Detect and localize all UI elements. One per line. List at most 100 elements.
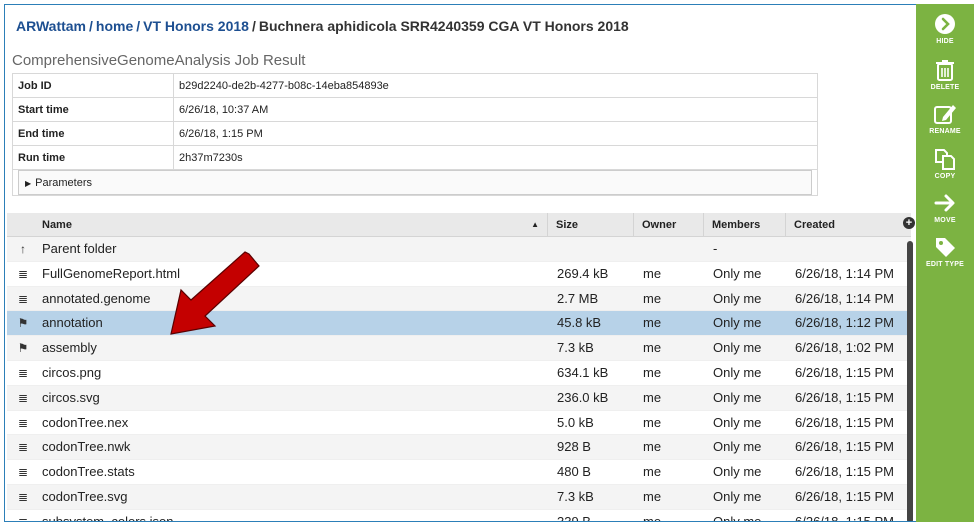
table-row[interactable]: ≣ codonTree.stats 480 B me Only me 6/26/18, 1… bbox=[7, 460, 911, 485]
table-row[interactable]: ≣ circos.svg 236.0 kB me Only me 6/26/18, 1:1… bbox=[7, 385, 911, 411]
document-icon: ≣ bbox=[17, 291, 29, 306]
owner-cell: me bbox=[643, 290, 662, 306]
column-header-members[interactable]: Members bbox=[703, 213, 785, 237]
size-cell: 634.1 kB bbox=[557, 364, 609, 380]
meta-value: 2h37m7230s bbox=[173, 145, 818, 170]
edit-type-button[interactable]: EDIT TYPE bbox=[916, 235, 974, 268]
delete-button[interactable]: DELETE bbox=[916, 58, 974, 91]
created-cell: 6/26/18, 1:15 PM bbox=[795, 513, 895, 522]
document-icon: ≣ bbox=[17, 489, 29, 504]
size-cell: 928 B bbox=[557, 439, 591, 455]
document-icon: ≣ bbox=[17, 465, 29, 480]
created-cell: 6/26/18, 1:02 PM bbox=[795, 340, 895, 356]
edit-type-icon bbox=[936, 238, 955, 257]
move-button[interactable]: MOVE bbox=[916, 191, 974, 224]
column-header-created[interactable]: Created bbox=[785, 213, 911, 237]
size-cell: 236.0 kB bbox=[557, 389, 609, 405]
up-folder-icon: ↑ bbox=[20, 242, 26, 256]
job-meta-table: Job ID b29d2240-de2b-4277-b08c-14eba8548… bbox=[12, 73, 818, 196]
created-cell: 6/26/18, 1:12 PM bbox=[795, 315, 895, 331]
members-cell: Only me bbox=[713, 265, 762, 281]
parameters-label: Parameters bbox=[35, 177, 93, 189]
owner-cell: me bbox=[643, 364, 662, 380]
members-cell: Only me bbox=[713, 414, 762, 430]
owner-cell: me bbox=[643, 389, 662, 405]
breadcrumb-separator: / bbox=[136, 18, 141, 34]
table-row[interactable]: ≣ codonTree.nex 5.0 kB me Only me 6/26/18, 1:… bbox=[7, 411, 911, 436]
breadcrumb-current: Buchnera aphidicola SRR4240359 CGA VT Ho… bbox=[258, 18, 629, 34]
file-name-cell: circos.png bbox=[42, 364, 102, 380]
created-cell: 6/26/18, 1:15 PM bbox=[795, 364, 895, 380]
meta-row-parameters: ▶ Parameters bbox=[12, 169, 818, 196]
delete-label: DELETE bbox=[930, 84, 960, 91]
file-name-cell: codonTree.stats bbox=[42, 464, 135, 480]
file-name-cell: FullGenomeReport.html bbox=[42, 265, 180, 281]
column-header-label: Name bbox=[42, 219, 72, 231]
size-cell: 5.0 kB bbox=[557, 414, 594, 430]
move-icon bbox=[934, 194, 955, 212]
grid-scrollbar[interactable] bbox=[907, 241, 913, 521]
file-name-cell: subsystem_colors.json bbox=[42, 513, 174, 522]
document-icon: ≣ bbox=[17, 415, 29, 430]
move-label: MOVE bbox=[934, 217, 956, 224]
members-cell: Only me bbox=[713, 364, 762, 380]
breadcrumb-separator: / bbox=[89, 18, 93, 34]
owner-cell: me bbox=[643, 439, 662, 455]
members-cell: Only me bbox=[713, 290, 762, 306]
hide-icon bbox=[935, 14, 955, 34]
document-icon: ≣ bbox=[17, 440, 29, 455]
table-row[interactable]: ≣ circos.png 634.1 kB me Only me 6/26/18, 1:1… bbox=[7, 361, 911, 386]
file-name-cell: annotated.genome bbox=[42, 290, 151, 306]
table-row[interactable]: ≣ codonTree.nwk 928 B me Only me 6/26/18, 1:1… bbox=[7, 435, 911, 461]
column-chooser-icon[interactable]: + bbox=[903, 217, 915, 229]
table-row[interactable]: ≣ codonTree.svg 7.3 kB me Only me 6/26/18, 1:… bbox=[7, 484, 911, 510]
rename-button[interactable]: RENAME bbox=[916, 102, 974, 135]
meta-row-start-time: Start time 6/26/18, 10:37 AM bbox=[12, 97, 818, 122]
members-cell: Only me bbox=[713, 464, 762, 480]
copy-label: COPY bbox=[934, 173, 956, 180]
table-row[interactable]: ≣ subsystem_colors.json 339 B me Only me 6/26… bbox=[7, 510, 911, 522]
breadcrumb-link-user[interactable]: ARWattam bbox=[16, 18, 86, 34]
document-icon: ≣ bbox=[17, 390, 29, 405]
table-row[interactable]: ↑ Parent folder - bbox=[7, 237, 911, 262]
hide-button[interactable]: HIDE bbox=[916, 12, 974, 45]
document-icon: ≣ bbox=[17, 365, 29, 380]
parameters-toggle[interactable]: ▶ Parameters bbox=[18, 170, 812, 195]
size-cell: 2.7 MB bbox=[557, 290, 599, 306]
breadcrumb-separator: / bbox=[251, 18, 256, 34]
column-header-name[interactable]: Name ▲ bbox=[34, 213, 547, 237]
workspace-frame: ARWattam / home / VT Honors 2018/Buchnera ap… bbox=[4, 4, 970, 522]
meta-key: Start time bbox=[12, 97, 174, 122]
created-cell: 6/26/18, 1:14 PM bbox=[795, 290, 895, 306]
table-row[interactable]: ⚑ annotation 45.8 kB me Only me 6/26/18, 1:12… bbox=[7, 311, 911, 337]
created-cell: 6/26/18, 1:15 PM bbox=[795, 414, 895, 430]
members-cell: Only me bbox=[713, 439, 762, 455]
file-grid: Name ▲ Size Owner Members Created ↑ Parent… bbox=[7, 213, 911, 522]
hide-label: HIDE bbox=[936, 38, 954, 45]
job-result-title: ComprehensiveGenomeAnalysis Job Result bbox=[12, 52, 306, 69]
meta-row-job-id: Job ID b29d2240-de2b-4277-b08c-14eba8548… bbox=[12, 73, 818, 98]
file-name-cell: Parent folder bbox=[42, 241, 117, 256]
created-cell: 6/26/18, 1:15 PM bbox=[795, 464, 895, 480]
table-row[interactable]: ≣ FullGenomeReport.html 269.4 kB me Only me 6… bbox=[7, 262, 911, 287]
edit-type-label: EDIT TYPE bbox=[926, 261, 964, 268]
created-cell: 6/26/18, 1:14 PM bbox=[795, 265, 895, 281]
document-icon: ≣ bbox=[17, 514, 29, 522]
meta-value: 6/26/18, 10:37 AM bbox=[173, 97, 818, 122]
column-header-owner[interactable]: Owner bbox=[633, 213, 703, 237]
owner-cell: me bbox=[643, 315, 662, 331]
file-name-cell: codonTree.svg bbox=[42, 488, 128, 504]
owner-cell: me bbox=[643, 488, 662, 504]
table-row[interactable]: ⚑ assembly 7.3 kB me Only me 6/26/18, 1:02 PM bbox=[7, 336, 911, 361]
table-row[interactable]: ≣ annotated.genome 2.7 MB me Only me 6/26/18,… bbox=[7, 286, 911, 312]
copy-button[interactable]: COPY bbox=[916, 147, 974, 180]
members-cell: - bbox=[713, 241, 718, 256]
sort-ascending-icon: ▲ bbox=[531, 220, 539, 229]
meta-key: End time bbox=[12, 121, 174, 146]
meta-row-end-time: End time 6/26/18, 1:15 PM bbox=[12, 121, 818, 146]
members-cell: Only me bbox=[713, 340, 762, 356]
column-header-size[interactable]: Size bbox=[547, 213, 633, 237]
breadcrumb-link-folder[interactable]: VT Honors 2018 bbox=[143, 18, 249, 34]
size-cell: 45.8 kB bbox=[557, 315, 602, 331]
breadcrumb-link-home[interactable]: home bbox=[96, 18, 133, 34]
